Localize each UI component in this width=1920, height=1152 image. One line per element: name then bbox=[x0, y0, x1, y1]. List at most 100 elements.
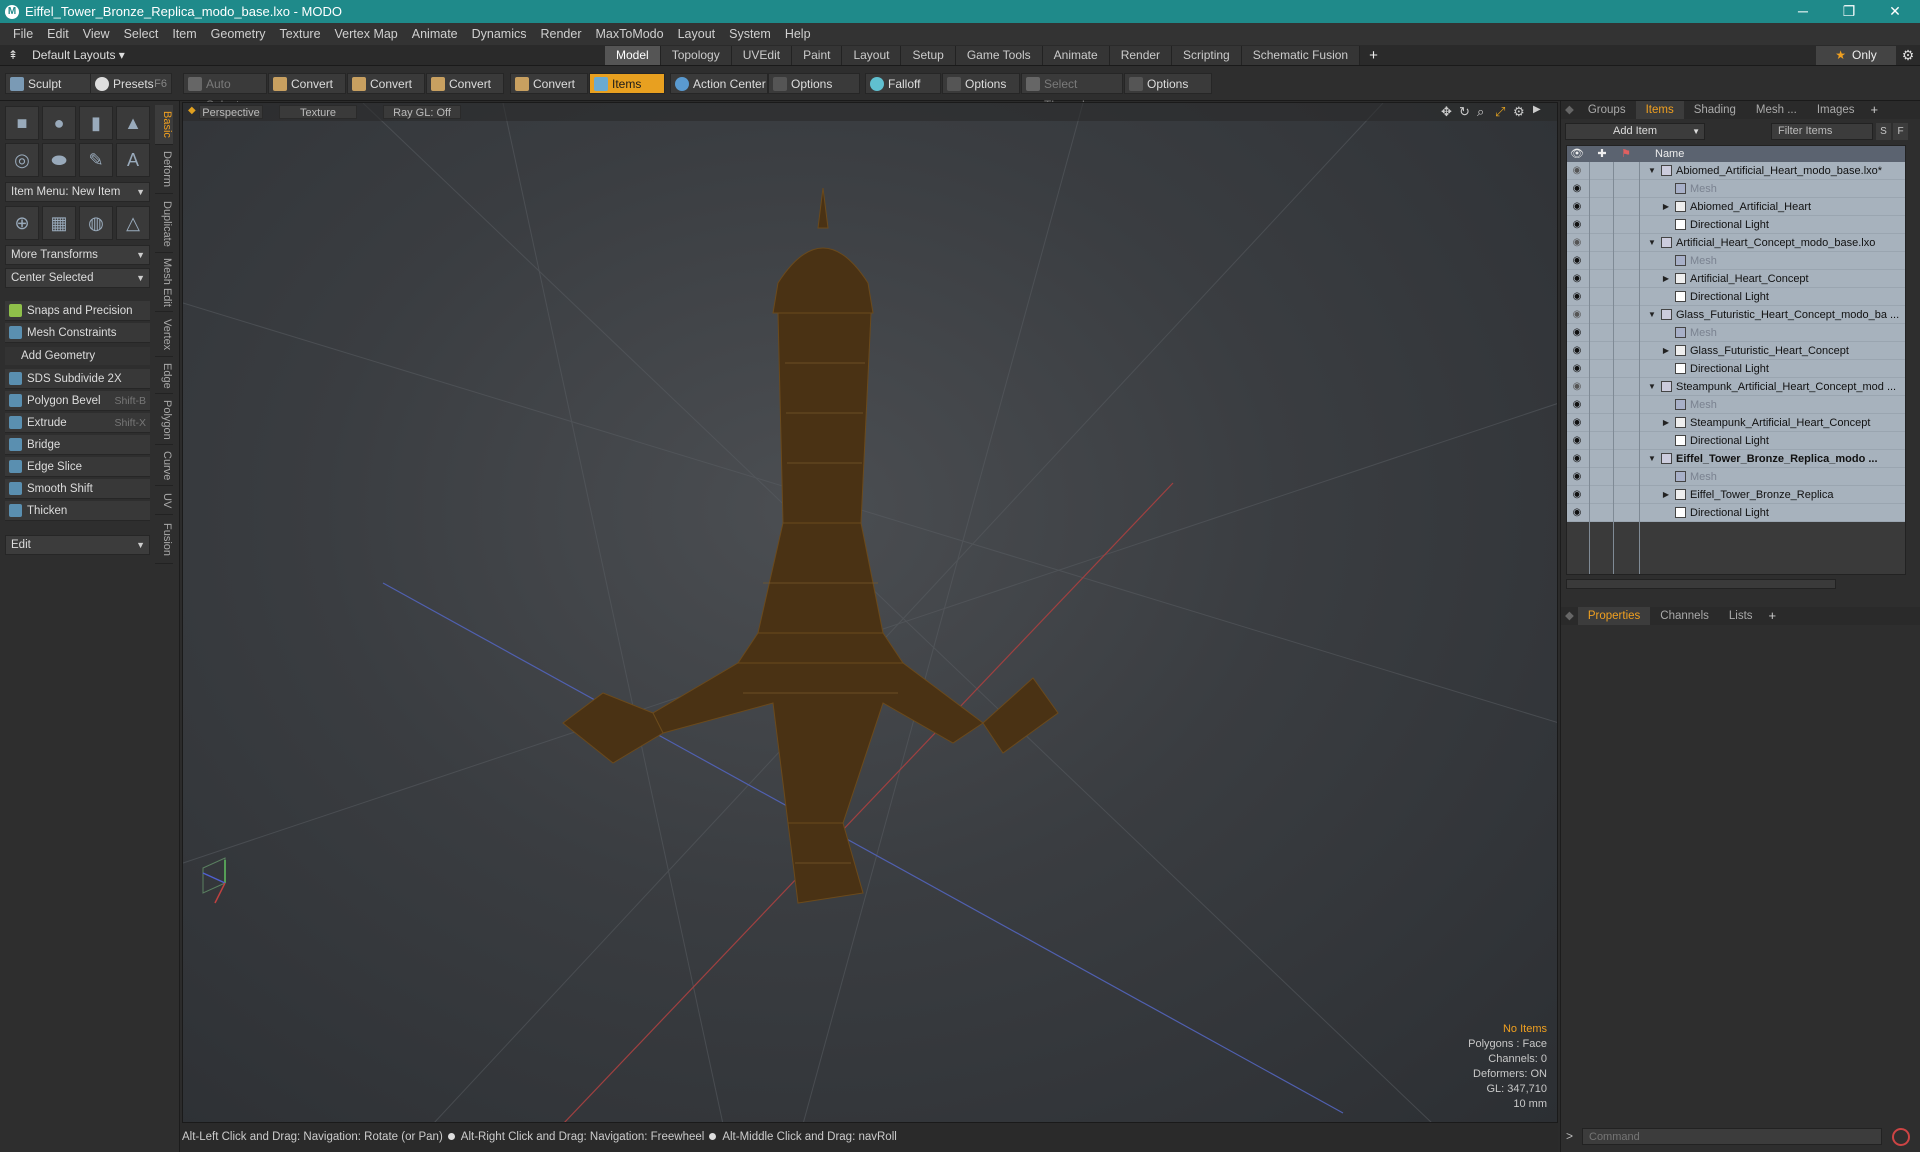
center-selected-dropdown[interactable]: Center Selected ▼ bbox=[5, 268, 150, 288]
convert-polygons-button[interactable]: Convert bbox=[426, 73, 504, 94]
cone-icon[interactable]: ▲ bbox=[116, 106, 150, 140]
menu-maxtomodo[interactable]: MaxToModo bbox=[589, 23, 671, 45]
only-button[interactable]: ★ Only bbox=[1816, 46, 1896, 65]
polygon-bevel-button[interactable]: Polygon Bevel Shift-B bbox=[5, 391, 150, 411]
tab-items[interactable]: Items bbox=[1635, 101, 1684, 119]
menu-select[interactable]: Select bbox=[117, 23, 166, 45]
visibility-eye-icon[interactable]: ◉ bbox=[1570, 288, 1584, 306]
tab-scripting[interactable]: Scripting bbox=[1172, 46, 1242, 65]
items-tree-row[interactable]: ◉ Directional Light bbox=[1567, 216, 1905, 234]
add-geometry-section[interactable]: Add Geometry bbox=[5, 347, 150, 365]
expand-toggle-icon[interactable]: ▶ bbox=[1661, 270, 1671, 288]
vtab-uv[interactable]: UV bbox=[155, 487, 173, 515]
items-tree-row[interactable]: ◉ ▼ Abiomed_Artificial_Heart_modo_base.lxo… bbox=[1567, 162, 1905, 180]
tab-animate[interactable]: Animate bbox=[1042, 46, 1110, 65]
visibility-eye-icon[interactable]: ◉ bbox=[1570, 432, 1584, 450]
add-tab-button[interactable]: + bbox=[1763, 607, 1783, 625]
visibility-eye-icon[interactable]: ◉ bbox=[1570, 162, 1584, 180]
menu-layout[interactable]: Layout bbox=[671, 23, 723, 45]
visibility-eye-icon[interactable]: ◉ bbox=[1570, 504, 1584, 522]
tab-mesh[interactable]: Mesh ... bbox=[1746, 101, 1807, 119]
menu-item[interactable]: Item bbox=[165, 23, 203, 45]
items-tree-row[interactable]: ◉ Directional Light bbox=[1567, 288, 1905, 306]
menu-help[interactable]: Help bbox=[778, 23, 818, 45]
items-tree-row[interactable]: ◉ Directional Light bbox=[1567, 360, 1905, 378]
expand-toggle-icon[interactable]: ▶ bbox=[1661, 198, 1671, 216]
tab-schematic-fusion[interactable]: Schematic Fusion bbox=[1241, 46, 1361, 65]
pan-icon[interactable]: ✥ bbox=[1441, 104, 1452, 120]
items-tree-row[interactable]: ◉ ▼ Steampunk_Artificial_Heart_Concept_mod… bbox=[1567, 378, 1905, 396]
perspective-view-button[interactable]: Perspective bbox=[199, 105, 263, 119]
tab-game-tools[interactable]: Game Tools bbox=[955, 46, 1043, 65]
text-icon[interactable]: A bbox=[116, 143, 150, 177]
close-button[interactable]: ✕ bbox=[1872, 0, 1918, 23]
items-tree-row[interactable]: ◉ ▶ Eiffel_Tower_Bronze_Replica bbox=[1567, 486, 1905, 504]
bridge-button[interactable]: Bridge bbox=[5, 435, 150, 455]
tab-layout[interactable]: Layout bbox=[842, 46, 902, 65]
command-input[interactable] bbox=[1582, 1128, 1882, 1145]
select-through-button[interactable]: Select Through bbox=[1021, 73, 1123, 112]
falloff-button[interactable]: Falloff bbox=[865, 73, 941, 94]
vtab-deform[interactable]: Deform bbox=[155, 146, 173, 194]
select-through-options-button[interactable]: Options bbox=[1124, 73, 1212, 94]
visibility-eye-icon[interactable]: ◉ bbox=[1570, 306, 1584, 324]
vtab-edge[interactable]: Edge bbox=[155, 358, 173, 394]
vtab-polygon[interactable]: Polygon bbox=[155, 395, 173, 445]
pen-icon[interactable]: ✎ bbox=[79, 143, 113, 177]
menu-dynamics[interactable]: Dynamics bbox=[465, 23, 534, 45]
menu-texture[interactable]: Texture bbox=[273, 23, 328, 45]
vtab-fusion[interactable]: Fusion bbox=[155, 516, 173, 564]
minimize-button[interactable]: ─ bbox=[1780, 0, 1826, 23]
items-tree-row[interactable]: ◉ Directional Light bbox=[1567, 504, 1905, 522]
mesh-constraints-button[interactable]: Mesh Constraints bbox=[5, 323, 150, 343]
items-tree-row[interactable]: ◉ Mesh bbox=[1567, 396, 1905, 414]
items-tree-row[interactable]: ◉ Directional Light bbox=[1567, 432, 1905, 450]
edit-dropdown[interactable]: Edit ▼ bbox=[5, 535, 150, 555]
visibility-eye-icon[interactable]: ◉ bbox=[1570, 216, 1584, 234]
expand-toggle-icon[interactable]: ▶ bbox=[1661, 414, 1671, 432]
lock-column-icon[interactable]: ✚ bbox=[1595, 146, 1609, 162]
items-mode-button[interactable]: Items bbox=[589, 73, 665, 94]
add-tab-button[interactable]: + bbox=[1865, 101, 1885, 119]
cylinder-icon[interactable]: ▮ bbox=[79, 106, 113, 140]
panel-menu-icon[interactable]: ◆ bbox=[1561, 607, 1578, 625]
command-history-icon[interactable] bbox=[1892, 1128, 1910, 1146]
maximize-viewport-icon[interactable]: ⤢ bbox=[1495, 104, 1505, 120]
items-tree-row[interactable]: ◉ ▶ Steampunk_Artificial_Heart_Concept bbox=[1567, 414, 1905, 432]
maximize-button[interactable]: ❐ bbox=[1826, 0, 1872, 23]
tab-paint[interactable]: Paint bbox=[792, 46, 843, 65]
vtab-mesh-edit[interactable]: Mesh Edit bbox=[155, 254, 173, 312]
convert-items-button[interactable]: Convert bbox=[510, 73, 588, 94]
vtab-vertex[interactable]: Vertex bbox=[155, 313, 173, 357]
filter-items-input[interactable]: Filter Items bbox=[1771, 123, 1873, 140]
items-horizontal-scrollbar[interactable] bbox=[1566, 579, 1836, 589]
auto-select-button[interactable]: Auto Select bbox=[183, 73, 267, 112]
visibility-eye-icon[interactable]: ◉ bbox=[1570, 414, 1584, 432]
tab-shading[interactable]: Shading bbox=[1684, 101, 1746, 119]
filter-s-button[interactable]: S bbox=[1876, 123, 1891, 140]
viewport-settings-icon[interactable]: ⚙ bbox=[1513, 104, 1525, 120]
grid-icon[interactable]: ▦ bbox=[42, 206, 76, 240]
viewport-menu-icon[interactable]: ◆ bbox=[188, 105, 196, 116]
menu-vertex-map[interactable]: Vertex Map bbox=[328, 23, 405, 45]
items-tree-row[interactable]: ◉ ▼ Glass_Futuristic_Heart_Concept_modo_ba… bbox=[1567, 306, 1905, 324]
vtab-curve[interactable]: Curve bbox=[155, 446, 173, 486]
tab-topology[interactable]: Topology bbox=[660, 46, 732, 65]
expand-toggle-icon[interactable]: ▼ bbox=[1647, 162, 1657, 180]
viewport-menu-arrow-icon[interactable]: ▶ bbox=[1533, 104, 1541, 115]
tab-lists[interactable]: Lists bbox=[1719, 607, 1763, 625]
tab-uvedit[interactable]: UVEdit bbox=[731, 46, 793, 65]
vtab-basic[interactable]: Basic bbox=[155, 105, 173, 145]
capsule-icon[interactable]: ⬬ bbox=[42, 143, 76, 177]
tab-groups[interactable]: Groups bbox=[1578, 101, 1636, 119]
sphere-icon[interactable]: ● bbox=[42, 106, 76, 140]
locator-icon[interactable]: ⊕ bbox=[5, 206, 39, 240]
tab-render[interactable]: Render bbox=[1109, 46, 1173, 65]
sculpt-button[interactable]: Sculpt bbox=[5, 73, 91, 94]
visibility-eye-icon[interactable]: ◉ bbox=[1570, 486, 1584, 504]
convert-edges-button[interactable]: Convert bbox=[347, 73, 425, 94]
convert-vertices-button[interactable]: Convert bbox=[268, 73, 346, 94]
visibility-column-icon[interactable]: 👁 bbox=[1570, 146, 1584, 162]
visibility-eye-icon[interactable]: ◉ bbox=[1570, 198, 1584, 216]
default-layouts-dropdown[interactable]: Default Layouts ▾ bbox=[32, 45, 125, 66]
